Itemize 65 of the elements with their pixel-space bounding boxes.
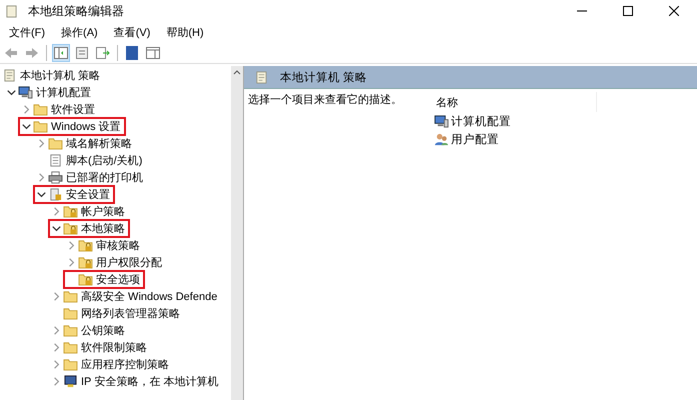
folder-icon	[33, 120, 48, 133]
window-pane-icon	[146, 46, 160, 58]
folder-icon	[63, 324, 78, 337]
back-arrow-icon	[4, 46, 18, 58]
description-text: 选择一个项目来查看它的描述。	[247, 92, 403, 108]
tree-item[interactable]: IP 安全策略，在 本地计算机	[48, 372, 224, 391]
app-icon	[4, 4, 19, 18]
list-item[interactable]: 计算机配置	[434, 112, 597, 130]
forward-arrow-icon	[25, 46, 39, 58]
locked-folder-icon	[78, 239, 93, 252]
policy-document-icon	[2, 69, 17, 82]
tree-item[interactable]: 已部署的打印机	[33, 168, 148, 187]
folder-icon	[63, 358, 78, 371]
panel-title: 本地计算机 策略	[280, 70, 368, 84]
highlighted-tree-item[interactable]: Windows 设置	[18, 117, 126, 136]
scrollbar[interactable]	[231, 66, 243, 400]
list-item[interactable]: 用户配置	[434, 130, 597, 148]
folder-icon	[63, 341, 78, 354]
menu-item[interactable]: 操作(A)	[54, 24, 105, 40]
help-button[interactable]	[123, 44, 141, 62]
highlighted-tree-item[interactable]: 安全设置	[33, 185, 115, 204]
tree-item[interactable]: 本地计算机 策略	[0, 66, 106, 85]
folder-icon	[33, 103, 48, 116]
highlighted-tree-item[interactable]: 本地策略	[48, 219, 130, 238]
folder-icon	[48, 137, 63, 150]
document-icon	[75, 46, 89, 58]
folder-icon	[63, 290, 78, 303]
menu-item[interactable]: 查看(V)	[106, 24, 158, 40]
locked-folder-icon	[78, 256, 93, 269]
menu-item[interactable]: 文件(F)	[2, 24, 52, 40]
locked-folder-icon	[78, 273, 93, 286]
network-shield-icon	[63, 375, 78, 388]
tree-item[interactable]: 用户权限分配	[63, 253, 167, 272]
tree-item[interactable]: 审核策略	[63, 236, 145, 255]
computer-icon	[18, 86, 33, 99]
item-label: 用户配置	[451, 132, 499, 146]
tree-item[interactable]: 脚本(启动/关机)	[33, 151, 148, 170]
tree-item[interactable]: 计算机配置	[3, 83, 96, 102]
tree-item[interactable]: 高级安全 Windows Defende	[48, 287, 222, 306]
tree-item[interactable]: 软件限制策略	[48, 338, 152, 357]
folder-icon	[63, 307, 78, 320]
show-tree-button[interactable]	[52, 44, 70, 62]
tree-item[interactable]: 公钥策略	[48, 321, 130, 340]
close-icon	[669, 6, 679, 16]
item-label: 计算机配置	[451, 114, 511, 128]
tree-pane-icon	[54, 46, 68, 58]
column-header[interactable]: 名称	[434, 92, 597, 112]
tree-item[interactable]: 域名解析策略	[33, 134, 137, 153]
tree-item[interactable]: 应用程序控制策略	[48, 355, 174, 374]
policy-document-icon	[254, 70, 269, 84]
computer-icon	[434, 114, 449, 128]
printer-icon	[48, 171, 63, 184]
script-icon	[48, 154, 63, 167]
menu-item[interactable]: 帮助(H)	[159, 24, 211, 40]
tree-item[interactable]: 软件设置	[18, 100, 100, 119]
tree-item[interactable]: 帐户策略	[48, 202, 130, 221]
locked-folder-icon	[63, 205, 78, 218]
tree-item[interactable]: 网络列表管理器策略	[48, 304, 185, 323]
export-icon	[96, 46, 110, 58]
security-icon	[48, 188, 63, 201]
window-title: 本地组策略编辑器	[28, 2, 124, 20]
locked-folder-icon	[63, 222, 78, 235]
users-icon	[434, 132, 449, 146]
highlighted-tree-item[interactable]: 安全选项	[63, 270, 145, 289]
maximize-icon	[623, 6, 633, 16]
